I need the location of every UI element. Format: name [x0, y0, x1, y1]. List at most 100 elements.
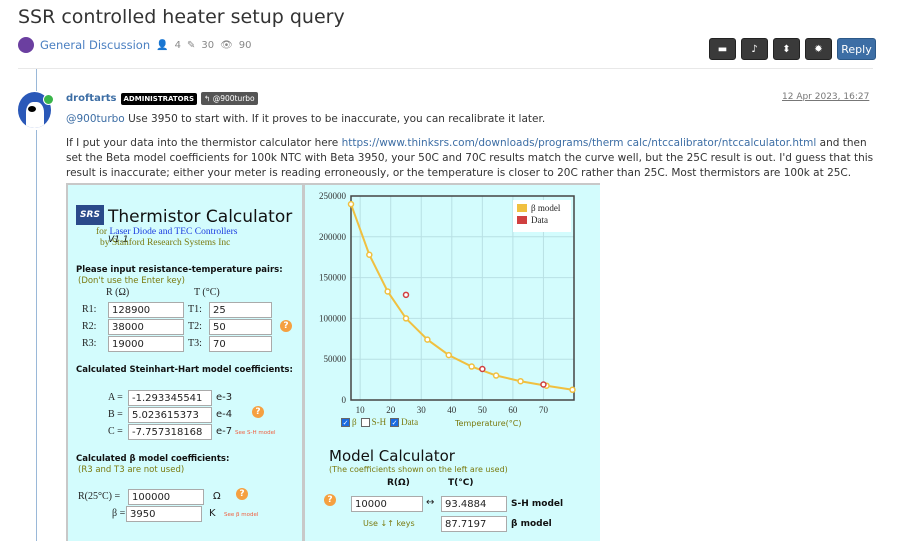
checkbox-0[interactable]: ✓ [341, 417, 350, 427]
x-tick-label: 20 [386, 405, 396, 415]
group-badge[interactable]: ADMINISTRATORS [120, 92, 198, 105]
x-tick-label: 60 [508, 405, 518, 415]
beta-model-point [492, 372, 500, 379]
r25-input[interactable]: 100000 [128, 489, 204, 505]
posters-count: 4 [174, 39, 181, 51]
beta-label: β = [112, 508, 126, 519]
beta-model-point [347, 200, 355, 208]
r2-input[interactable]: 38000 [108, 319, 184, 335]
reply-button[interactable]: Reply [837, 38, 876, 60]
beta-temp-output[interactable]: 87.7197 [441, 516, 507, 532]
pairs-heading: Please input resistance-temperature pair… [76, 265, 283, 275]
sort-icon: ⬍ [782, 43, 791, 55]
sort-button[interactable]: ⬍ [773, 38, 800, 60]
beta-model-point [569, 386, 576, 394]
calculator-right-panel: 10 20 30 40 50 60 70 0 50000 100000 150000 200000 25… [305, 185, 600, 541]
t1-input[interactable]: 25 [209, 302, 272, 318]
post-line-1: @900turbo Use 3950 to start with. If it … [66, 113, 546, 125]
username[interactable]: droftarts [66, 93, 117, 104]
x-tick-label: 10 [356, 405, 366, 415]
bidirectional-arrow-icon: ↔ [426, 497, 435, 508]
sh-coef-label: C = [108, 426, 123, 437]
beta-model-point [445, 351, 453, 359]
checkbox-1[interactable] [360, 417, 370, 427]
help-icon[interactable]: ? [280, 320, 292, 332]
y-tick-label: 250000 [319, 191, 347, 201]
posts-icon: ✎ [186, 39, 196, 51]
t2-label: T2: [188, 321, 202, 332]
calc-subtitle: Laser Diode and TEC Controllers [109, 227, 238, 237]
help-icon[interactable]: ? [324, 494, 336, 506]
beta-model-point [517, 377, 524, 385]
pairs-note: (Don't use the Enter key) [78, 276, 185, 286]
calculator-left-panel: SRS Thermistor Calculator V1.1 for Laser… [68, 185, 302, 541]
posts-count: 30 [201, 39, 215, 51]
reply-to-badge[interactable]: ↰ @900turbo [201, 92, 258, 105]
data-point [540, 381, 547, 388]
post-timestamp[interactable]: 12 Apr 2023, 16:27 [782, 92, 869, 102]
calc-byline: by Stanford Research Systems Inc [100, 238, 231, 248]
x-axis-label: Temperature(°C) [455, 419, 522, 428]
posters-icon: 👤 [156, 39, 169, 51]
watch-button[interactable]: ♪ [741, 38, 768, 60]
srs-logo: SRS [76, 205, 104, 225]
views-icon: 👁 [220, 39, 233, 51]
beta-model-point [402, 315, 410, 322]
model-note: (The coefficients shown on the left are … [329, 465, 508, 474]
help-icon[interactable]: ? [236, 488, 248, 500]
sh-coef-input[interactable]: 5.023615373 [128, 407, 212, 423]
views-count: 90 [238, 39, 252, 51]
legend-label: Data [531, 215, 548, 225]
beta-model-point [384, 288, 391, 295]
legend-swatch [517, 216, 527, 224]
sh-model-link[interactable]: See S-H model [235, 430, 276, 436]
post-paragraph: If I put your data into the thermistor c… [66, 137, 874, 179]
beta-note: (R3 and T3 are not used) [78, 465, 185, 475]
sh-temp-output[interactable]: 93.4884 [441, 496, 507, 512]
topic-meta: General Discussion 👤 4 ✎ 30 👁 90 [18, 37, 252, 53]
t3-label: T3: [188, 338, 202, 349]
sh-coef-input[interactable]: -1.293345541 [128, 390, 212, 406]
beta-model-point [468, 363, 475, 370]
data-point [402, 291, 410, 299]
r25-label: R(25°C) = [78, 491, 121, 502]
data-point [479, 365, 486, 373]
y-tick-label: 100000 [319, 313, 347, 323]
sh-coef-exponent: e-3 [216, 392, 233, 403]
t2-input[interactable]: 50 [209, 319, 272, 335]
beta-heading: Calculated β model coefficients: [76, 454, 230, 464]
y-tick-label: 50000 [324, 354, 347, 364]
y-tick-label: 0 [342, 395, 347, 405]
x-tick-label: 30 [417, 405, 427, 415]
mention-link[interactable]: @900turbo [66, 113, 125, 125]
divider [18, 68, 873, 69]
r3-input[interactable]: 19000 [108, 336, 184, 352]
x-tick-label: 50 [478, 405, 488, 415]
thread-line [36, 130, 37, 541]
resistance-input[interactable]: 10000 [351, 496, 423, 512]
y-tick-label: 200000 [319, 232, 347, 242]
help-icon[interactable]: ? [252, 406, 264, 418]
checkbox-2[interactable]: ✓ [390, 417, 400, 427]
sh-coef-label: B = [108, 409, 123, 420]
tools-button[interactable]: ✹ [805, 38, 832, 60]
t-header: T (°C) [194, 287, 220, 298]
page-title: SSR controlled heater setup query [18, 6, 345, 28]
t3-input[interactable]: 70 [209, 336, 272, 352]
thread-line [36, 69, 37, 91]
calc-title: Thermistor Calculator [108, 207, 293, 227]
calculator-link[interactable]: https://www.thinksrs.com/downloads/progr… [342, 137, 817, 149]
sh-coef-input[interactable]: -7.757318168 [128, 424, 212, 440]
beta-model-link[interactable]: See β model [224, 512, 258, 518]
inbox-button[interactable]: ▬ [709, 38, 736, 60]
reply-icon: ↰ [204, 94, 213, 103]
category-link[interactable]: General Discussion [40, 38, 150, 52]
r1-label: R1: [82, 304, 97, 315]
calculator-screenshot[interactable]: SRS Thermistor Calculator V1.1 for Laser… [66, 183, 600, 541]
beta-input[interactable]: 3950 [126, 506, 202, 522]
x-tick-label: 70 [539, 405, 549, 415]
x-tick-label: 40 [447, 405, 457, 415]
inbox-icon: ▬ [717, 43, 728, 55]
r1-input[interactable]: 128900 [108, 302, 184, 318]
resistance-chart: 10 20 30 40 50 60 70 0 50000 100000 150000 200000 25… [319, 191, 576, 415]
